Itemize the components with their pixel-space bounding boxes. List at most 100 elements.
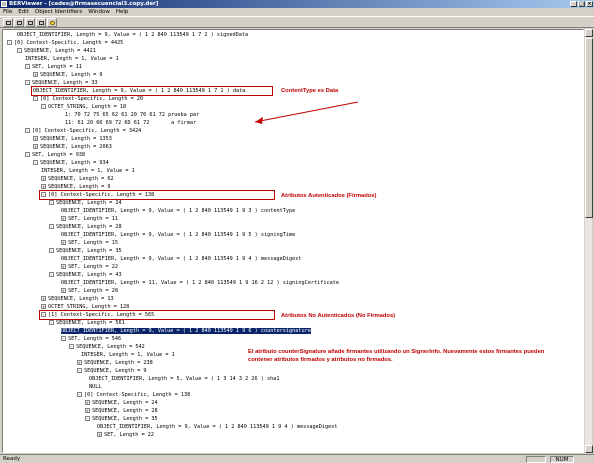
collapse-icon[interactable]: - xyxy=(41,192,46,197)
tree-node[interactable]: - SEQUENCE, Length = 33 xyxy=(25,80,98,88)
tree-node[interactable]: OBJECT_IDENTIFIER, Length = 9, Value = (… xyxy=(17,32,248,40)
tree-node[interactable]: OBJECT_IDENTIFIER, Length = 9, Value = (… xyxy=(61,256,301,264)
collapse-icon[interactable]: - xyxy=(77,392,82,397)
tree-node[interactable]: + SET, Length = 28 xyxy=(61,288,118,296)
tree-node[interactable]: - SEQUENCE, Length = 561 xyxy=(49,320,125,328)
tree-node[interactable]: + OCTET_STRING, Length = 128 xyxy=(41,304,129,312)
expand-icon[interactable]: + xyxy=(33,136,38,141)
expand-icon[interactable]: + xyxy=(61,264,66,269)
tree-node[interactable]: OBJECT_IDENTIFIER, Length = 9, Value = (… xyxy=(61,328,311,336)
tree-node[interactable]: + SET, Length = 15 xyxy=(61,240,118,248)
minimize-button[interactable]: _ xyxy=(570,1,577,7)
expand-icon[interactable]: + xyxy=(33,72,38,77)
scroll-down-icon[interactable] xyxy=(585,445,593,453)
expand-icon[interactable]: + xyxy=(97,432,102,437)
tree-node[interactable]: OBJECT_IDENTIFIER, Length = 9, Value = (… xyxy=(61,232,295,240)
tree-node[interactable]: INTEGER, Length = 1, Value = 1 xyxy=(25,56,119,64)
ber-tree-view[interactable]: ContentType es Data Atributos Autenticad… xyxy=(2,29,584,453)
tree-node[interactable]: - SEQUENCE, Length = 9 xyxy=(77,368,146,376)
tree-node[interactable]: - OCTET_STRING, Length = 18 xyxy=(41,104,126,112)
tree-node[interactable]: - [0] Context-Specific, Length = 4425 xyxy=(7,40,123,48)
tree-node[interactable]: - SEQUENCE, Length = 35 xyxy=(85,416,158,424)
expand-icon[interactable]: + xyxy=(77,360,82,365)
tree-node[interactable]: + SEQUENCE, Length = 238 xyxy=(77,360,153,368)
collapse-icon[interactable]: - xyxy=(61,336,66,341)
tree-node[interactable]: OBJECT_IDENTIFIER, Length = 11, Value = … xyxy=(61,280,339,288)
menu-window[interactable]: Window xyxy=(88,8,110,16)
tree-node[interactable]: + SEQUENCE, Length = 24 xyxy=(85,400,158,408)
tree-node[interactable]: - SEQUENCE, Length = 24 xyxy=(49,200,122,208)
expand-icon[interactable]: + xyxy=(85,400,90,405)
tree-node[interactable]: + SET, Length = 22 xyxy=(97,432,154,440)
tree-node[interactable]: INTEGER, Length = 1, Value = 1 xyxy=(81,352,175,360)
tree-node[interactable]: + SEQUENCE, Length = 1353 xyxy=(33,136,112,144)
tree-node[interactable]: - SEQUENCE, Length = 4421 xyxy=(17,48,96,56)
collapse-icon[interactable]: - xyxy=(7,40,12,45)
collapse-icon[interactable]: - xyxy=(33,160,38,165)
collapse-icon[interactable]: - xyxy=(49,272,54,277)
expand-icon[interactable]: + xyxy=(61,288,66,293)
tree-node[interactable]: + SET, Length = 22 xyxy=(61,264,118,272)
collapse-icon[interactable]: - xyxy=(41,312,46,317)
collapse-icon[interactable]: - xyxy=(49,248,54,253)
collapse-icon[interactable]: - xyxy=(85,416,90,421)
tree-node[interactable]: + SEQUENCE, Length = 9 xyxy=(41,184,110,192)
tree-node[interactable]: INTEGER, Length = 1, Value = 1 xyxy=(41,168,135,176)
collapse-icon[interactable]: - xyxy=(33,96,38,101)
tree-node[interactable]: 1: 70 72 75 65 62 61 20 70 61 72 prueba … xyxy=(65,112,199,120)
tree-node[interactable]: - [0] Context-Specific, Length = 3424 xyxy=(25,128,141,136)
expand-icon[interactable]: + xyxy=(33,144,38,149)
tree-node[interactable]: - [0] Context-Specific, Length = 138 xyxy=(41,192,154,200)
tree-node[interactable]: - SEQUENCE, Length = 542 xyxy=(69,344,145,352)
tree-node[interactable]: - [0] Context-Specific, Length = 20 xyxy=(33,96,143,104)
save-icon[interactable] xyxy=(3,17,13,27)
maximize-button[interactable]: □ xyxy=(578,1,585,7)
tree-node[interactable]: - SEQUENCE, Length = 934 xyxy=(33,160,109,168)
vertical-scrollbar[interactable] xyxy=(584,29,593,453)
collapse-icon[interactable]: - xyxy=(17,48,22,53)
tree-node[interactable]: OBJECT_IDENTIFIER, Length = 9, Value = (… xyxy=(33,88,245,96)
tile-icon[interactable] xyxy=(25,17,35,27)
tree-node[interactable]: OBJECT_IDENTIFIER, Length = 5, Value = (… xyxy=(89,376,280,384)
collapse-icon[interactable]: - xyxy=(25,80,30,85)
expand-icon[interactable]: + xyxy=(41,176,46,181)
expand-icon[interactable]: + xyxy=(61,216,66,221)
collapse-icon[interactable]: - xyxy=(77,368,82,373)
collapse-icon[interactable]: - xyxy=(25,64,30,69)
tree-node[interactable]: + SET, Length = 11 xyxy=(61,216,118,224)
tree-node[interactable]: 11: 61 20 66 69 72 6D 61 72 a firmar xyxy=(65,120,196,128)
collapse-icon[interactable]: - xyxy=(25,152,30,157)
tree-node[interactable]: + SEQUENCE, Length = 62 xyxy=(41,176,114,184)
menu-file[interactable]: File xyxy=(3,8,12,16)
tree-node[interactable]: - SEQUENCE, Length = 28 xyxy=(49,224,122,232)
scroll-up-icon[interactable] xyxy=(585,29,593,37)
tree-node[interactable]: + SEQUENCE, Length = 2063 xyxy=(33,144,112,152)
menu-edit[interactable]: Edit xyxy=(18,8,29,16)
tree-node[interactable]: - [1] Context-Specific, Length = 565 xyxy=(41,312,154,320)
collapse-icon[interactable]: - xyxy=(69,344,74,349)
expand-icon[interactable]: + xyxy=(41,296,46,301)
expand-icon[interactable]: + xyxy=(85,408,90,413)
cascade-icon[interactable] xyxy=(36,17,46,27)
collapse-icon[interactable]: - xyxy=(49,224,54,229)
scroll-thumb[interactable] xyxy=(585,38,593,218)
collapse-icon[interactable]: - xyxy=(49,320,54,325)
tree-node[interactable]: - SEQUENCE, Length = 43 xyxy=(49,272,122,280)
tree-node[interactable]: NULL xyxy=(89,384,102,392)
expand-icon[interactable]: + xyxy=(41,304,46,309)
close-button[interactable]: × xyxy=(586,1,593,7)
collapse-icon[interactable]: - xyxy=(41,104,46,109)
menu-help[interactable]: Help xyxy=(116,8,129,16)
tree-node[interactable]: + SEQUENCE, Length = 9 xyxy=(33,72,102,80)
expand-icon[interactable]: + xyxy=(61,240,66,245)
tree-node[interactable]: - [0] Context-Specific, Length = 138 xyxy=(77,392,190,400)
title-bar[interactable]: BERViewer - [cades@firmasecuencial3.copy… xyxy=(0,0,594,8)
window-icon[interactable] xyxy=(14,17,24,27)
collapse-icon[interactable]: - xyxy=(25,128,30,133)
collapse-icon[interactable]: - xyxy=(49,200,54,205)
bulb-icon[interactable] xyxy=(47,17,57,27)
tree-node[interactable]: + SEQUENCE, Length = 13 xyxy=(41,296,114,304)
tree-node[interactable]: - SEQUENCE, Length = 35 xyxy=(49,248,122,256)
tree-node[interactable]: - SET, Length = 546 xyxy=(61,336,121,344)
tree-node[interactable]: OBJECT_IDENTIFIER, Length = 9, Value = (… xyxy=(97,424,337,432)
